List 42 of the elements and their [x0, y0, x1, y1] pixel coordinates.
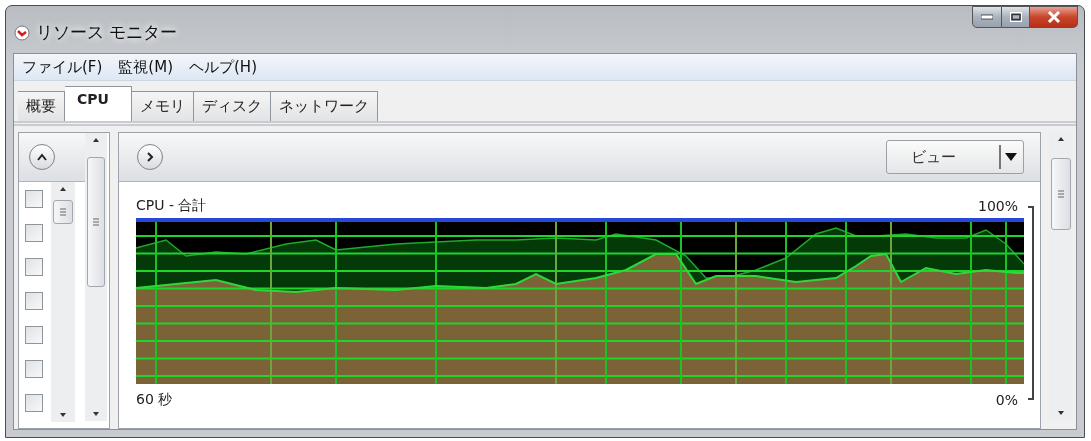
- close-button[interactable]: [1030, 6, 1078, 28]
- grip-icon: [1058, 190, 1064, 198]
- checkbox[interactable]: [25, 224, 43, 242]
- view-button[interactable]: ビュー: [886, 140, 1024, 174]
- checkbox[interactable]: [25, 258, 43, 276]
- maximize-icon: [1009, 12, 1022, 22]
- checkbox[interactable]: [25, 394, 43, 412]
- scrollbar[interactable]: [1049, 132, 1073, 420]
- max-label: 100%: [977, 198, 1018, 214]
- maximize-button[interactable]: [1002, 6, 1030, 28]
- checkbox[interactable]: [25, 292, 43, 310]
- min-label: 0%: [995, 392, 1018, 408]
- scrollbar[interactable]: [51, 182, 75, 422]
- tab[interactable]: ディスク: [193, 91, 271, 121]
- tab[interactable]: CPU: [65, 86, 132, 121]
- grip-icon: [60, 208, 66, 216]
- grip-icon: [93, 218, 99, 226]
- menu-item[interactable]: ヘルプ(H): [189, 57, 257, 77]
- tab[interactable]: 概要: [18, 91, 65, 121]
- checkbox[interactable]: [25, 360, 43, 378]
- scrollbar[interactable]: [85, 133, 107, 421]
- app-icon: [14, 24, 30, 41]
- chevron-right-icon: [146, 151, 154, 163]
- checkbox[interactable]: [25, 326, 43, 344]
- graph-title: CPU - 合計: [136, 197, 207, 215]
- scrollbar-thumb[interactable]: [87, 157, 105, 287]
- tab[interactable]: メモリ: [131, 91, 194, 121]
- scrollbar-thumb[interactable]: [1051, 158, 1071, 230]
- menu-item[interactable]: 監視(M): [118, 57, 173, 77]
- window-title: リソース モニター: [36, 21, 178, 44]
- close-icon: [1046, 11, 1061, 23]
- collapse-button[interactable]: [29, 144, 55, 170]
- minimize-button[interactable]: [972, 6, 1002, 28]
- dropdown-arrow-icon: [1005, 153, 1017, 161]
- minimize-icon: [981, 14, 993, 20]
- tab[interactable]: ネットワーク: [270, 91, 378, 121]
- checkbox[interactable]: [25, 190, 43, 208]
- menu-item[interactable]: ファイル(F): [22, 57, 103, 77]
- scrollbar-thumb[interactable]: [53, 200, 73, 224]
- chevron-up-icon: [36, 153, 48, 161]
- time-label: 60 秒: [136, 391, 173, 409]
- expand-button[interactable]: [137, 144, 163, 170]
